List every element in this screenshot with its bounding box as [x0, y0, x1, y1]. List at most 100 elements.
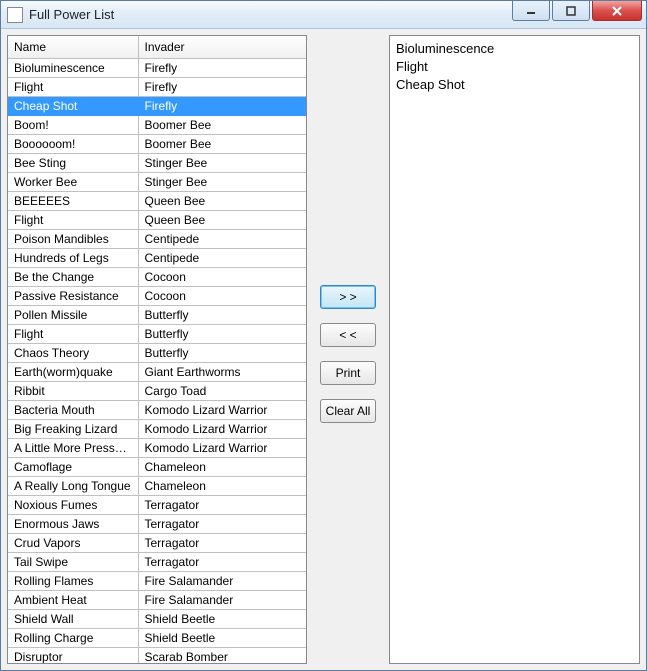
- power-table-pane: Name Invader BioluminescenceFireflyFligh…: [7, 35, 307, 664]
- table-row[interactable]: Bacteria MouthKomodo Lizard Warrior: [8, 401, 306, 420]
- cell-name: Flight: [8, 325, 138, 344]
- cell-name: Flight: [8, 211, 138, 230]
- cell-name: Bee Sting: [8, 154, 138, 173]
- cell-invader: Firefly: [138, 78, 306, 97]
- cell-invader: Butterfly: [138, 344, 306, 363]
- cell-name: Bacteria Mouth: [8, 401, 138, 420]
- table-row[interactable]: FlightQueen Bee: [8, 211, 306, 230]
- table-row[interactable]: CamoflageChameleon: [8, 458, 306, 477]
- table-row[interactable]: Worker BeeStinger Bee: [8, 173, 306, 192]
- minimize-button[interactable]: [512, 1, 550, 21]
- list-item[interactable]: Flight: [396, 58, 633, 76]
- table-row[interactable]: Bee StingStinger Bee: [8, 154, 306, 173]
- cell-invader: Shield Beetle: [138, 610, 306, 629]
- table-row[interactable]: Shield WallShield Beetle: [8, 610, 306, 629]
- cell-invader: Queen Bee: [138, 192, 306, 211]
- table-row[interactable]: Hundreds of LegsCentipede: [8, 249, 306, 268]
- cell-invader: Terragator: [138, 534, 306, 553]
- maximize-button[interactable]: [552, 1, 590, 21]
- cell-invader: Firefly: [138, 97, 306, 116]
- table-row[interactable]: Tail SwipeTerragator: [8, 553, 306, 572]
- table-row[interactable]: Poison MandiblesCentipede: [8, 230, 306, 249]
- table-row[interactable]: Crud VaporsTerragator: [8, 534, 306, 553]
- cell-invader: Komodo Lizard Warrior: [138, 420, 306, 439]
- print-button[interactable]: Print: [320, 361, 376, 385]
- table-row[interactable]: Rolling FlamesFire Salamander: [8, 572, 306, 591]
- table-row[interactable]: BEEEEESQueen Bee: [8, 192, 306, 211]
- cell-name: Cheap Shot: [8, 97, 138, 116]
- table-row[interactable]: Earth(worm)quakeGiant Earthworms: [8, 363, 306, 382]
- table-row[interactable]: Ambient HeatFire Salamander: [8, 591, 306, 610]
- cell-invader: Fire Salamander: [138, 572, 306, 591]
- column-header-invader[interactable]: Invader: [138, 36, 306, 59]
- cell-name: Chaos Theory: [8, 344, 138, 363]
- cell-invader: Cocoon: [138, 287, 306, 306]
- cell-invader: Boomer Bee: [138, 116, 306, 135]
- close-button[interactable]: [592, 1, 642, 21]
- table-row[interactable]: Big Freaking LizardKomodo Lizard Warrior: [8, 420, 306, 439]
- cell-name: Bioluminescence: [8, 59, 138, 78]
- table-row[interactable]: FlightButterfly: [8, 325, 306, 344]
- table-row[interactable]: DisruptorScarab Bomber: [8, 648, 306, 664]
- cell-name: Rolling Flames: [8, 572, 138, 591]
- cell-invader: Butterfly: [138, 306, 306, 325]
- power-table-scroll[interactable]: Name Invader BioluminescenceFireflyFligh…: [8, 36, 306, 663]
- table-row[interactable]: Noxious FumesTerragator: [8, 496, 306, 515]
- column-header-name[interactable]: Name: [8, 36, 138, 59]
- table-row[interactable]: Boooooom!Boomer Bee: [8, 135, 306, 154]
- cell-name: Noxious Fumes: [8, 496, 138, 515]
- remove-button[interactable]: < <: [320, 323, 376, 347]
- cell-name: Boooooom!: [8, 135, 138, 154]
- list-item[interactable]: Bioluminescence: [396, 40, 633, 58]
- cell-invader: Chameleon: [138, 458, 306, 477]
- cell-invader: Cargo Toad: [138, 382, 306, 401]
- cell-name: Poison Mandibles: [8, 230, 138, 249]
- table-row[interactable]: Be the ChangeCocoon: [8, 268, 306, 287]
- table-row[interactable]: Passive ResistanceCocoon: [8, 287, 306, 306]
- cell-name: Be the Change: [8, 268, 138, 287]
- list-item[interactable]: Cheap Shot: [396, 76, 633, 94]
- cell-invader: Centipede: [138, 230, 306, 249]
- cell-name: A Little More Pressure: [8, 439, 138, 458]
- cell-invader: Firefly: [138, 59, 306, 78]
- window-buttons: [512, 1, 646, 28]
- cell-name: Big Freaking Lizard: [8, 420, 138, 439]
- cell-name: Crud Vapors: [8, 534, 138, 553]
- client-area: Name Invader BioluminescenceFireflyFligh…: [1, 29, 646, 670]
- app-icon: [7, 7, 23, 23]
- cell-name: Disruptor: [8, 648, 138, 664]
- cell-invader: Boomer Bee: [138, 135, 306, 154]
- window-title: Full Power List: [29, 7, 512, 22]
- table-row[interactable]: FlightFirefly: [8, 78, 306, 97]
- cell-invader: Queen Bee: [138, 211, 306, 230]
- cell-invader: Terragator: [138, 553, 306, 572]
- cell-invader: Centipede: [138, 249, 306, 268]
- table-row[interactable]: Chaos TheoryButterfly: [8, 344, 306, 363]
- table-row[interactable]: A Little More PressureKomodo Lizard Warr…: [8, 439, 306, 458]
- power-table[interactable]: Name Invader BioluminescenceFireflyFligh…: [8, 36, 306, 663]
- table-row[interactable]: Rolling ChargeShield Beetle: [8, 629, 306, 648]
- table-row[interactable]: Boom!Boomer Bee: [8, 116, 306, 135]
- table-row[interactable]: A Really Long TongueChameleon: [8, 477, 306, 496]
- add-button[interactable]: > >: [320, 285, 376, 309]
- table-row[interactable]: Pollen MissileButterfly: [8, 306, 306, 325]
- selected-list-pane[interactable]: BioluminescenceFlightCheap Shot: [389, 35, 640, 664]
- cell-name: Camoflage: [8, 458, 138, 477]
- clear-all-button[interactable]: Clear All: [320, 399, 376, 423]
- cell-name: Flight: [8, 78, 138, 97]
- cell-invader: Stinger Bee: [138, 173, 306, 192]
- cell-name: Pollen Missile: [8, 306, 138, 325]
- table-row[interactable]: Enormous JawsTerragator: [8, 515, 306, 534]
- cell-invader: Cocoon: [138, 268, 306, 287]
- table-row[interactable]: Cheap ShotFirefly: [8, 97, 306, 116]
- cell-invader: Komodo Lizard Warrior: [138, 401, 306, 420]
- cell-invader: Terragator: [138, 515, 306, 534]
- cell-invader: Shield Beetle: [138, 629, 306, 648]
- titlebar[interactable]: Full Power List: [1, 1, 646, 29]
- table-row[interactable]: BioluminescenceFirefly: [8, 59, 306, 78]
- cell-invader: Fire Salamander: [138, 591, 306, 610]
- cell-invader: Giant Earthworms: [138, 363, 306, 382]
- table-row[interactable]: RibbitCargo Toad: [8, 382, 306, 401]
- cell-invader: Komodo Lizard Warrior: [138, 439, 306, 458]
- cell-name: Hundreds of Legs: [8, 249, 138, 268]
